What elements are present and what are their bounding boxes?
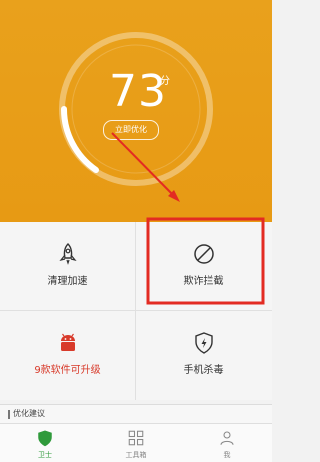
cleanup-speedup-label: 清理加速 <box>47 276 88 287</box>
suggestions-title: 优化建议 <box>13 409 45 418</box>
tab-me-label: 我 <box>223 451 231 459</box>
optimization-suggestions-header[interactable]: 优化建议 <box>0 404 272 423</box>
antivirus-label: 手机杀毒 <box>183 365 224 376</box>
tab-me[interactable]: 我 <box>182 424 272 462</box>
score-unit: 分 <box>160 76 170 87</box>
optimize-now-button[interactable]: 立即优化 <box>103 120 159 140</box>
tab-toolbox[interactable]: 工具箱 <box>91 424 181 462</box>
block-icon <box>194 244 214 264</box>
android-icon <box>61 333 75 351</box>
fraud-block-tile[interactable]: 欺诈拦截 <box>136 222 271 310</box>
antivirus-tile[interactable]: 手机杀毒 <box>136 311 271 399</box>
feature-grid: 清理加速 欺诈拦截 9款软件可升级 手机杀毒 <box>0 222 272 400</box>
tab-toolbox-label: 工具箱 <box>125 451 147 459</box>
bottom-tab-bar: 卫士 工具箱 我 <box>0 423 272 462</box>
grid-icon <box>128 430 144 446</box>
shield-icon <box>38 430 52 447</box>
cleanup-speedup-tile[interactable]: 清理加速 <box>0 222 135 310</box>
fraud-block-label: 欺诈拦截 <box>183 276 224 287</box>
software-upgrade-label: 9款软件可升级 <box>34 365 101 376</box>
software-upgrade-tile[interactable]: 9款软件可升级 <box>0 311 135 399</box>
tab-guard[interactable]: 卫士 <box>0 424 90 462</box>
person-icon <box>220 431 234 445</box>
shield-bolt-icon <box>195 332 213 354</box>
section-marker <box>8 410 10 419</box>
tab-guard-label: 卫士 <box>38 451 52 459</box>
rocket-icon <box>59 243 77 265</box>
security-header: 73 分 立即优化 <box>0 0 272 222</box>
